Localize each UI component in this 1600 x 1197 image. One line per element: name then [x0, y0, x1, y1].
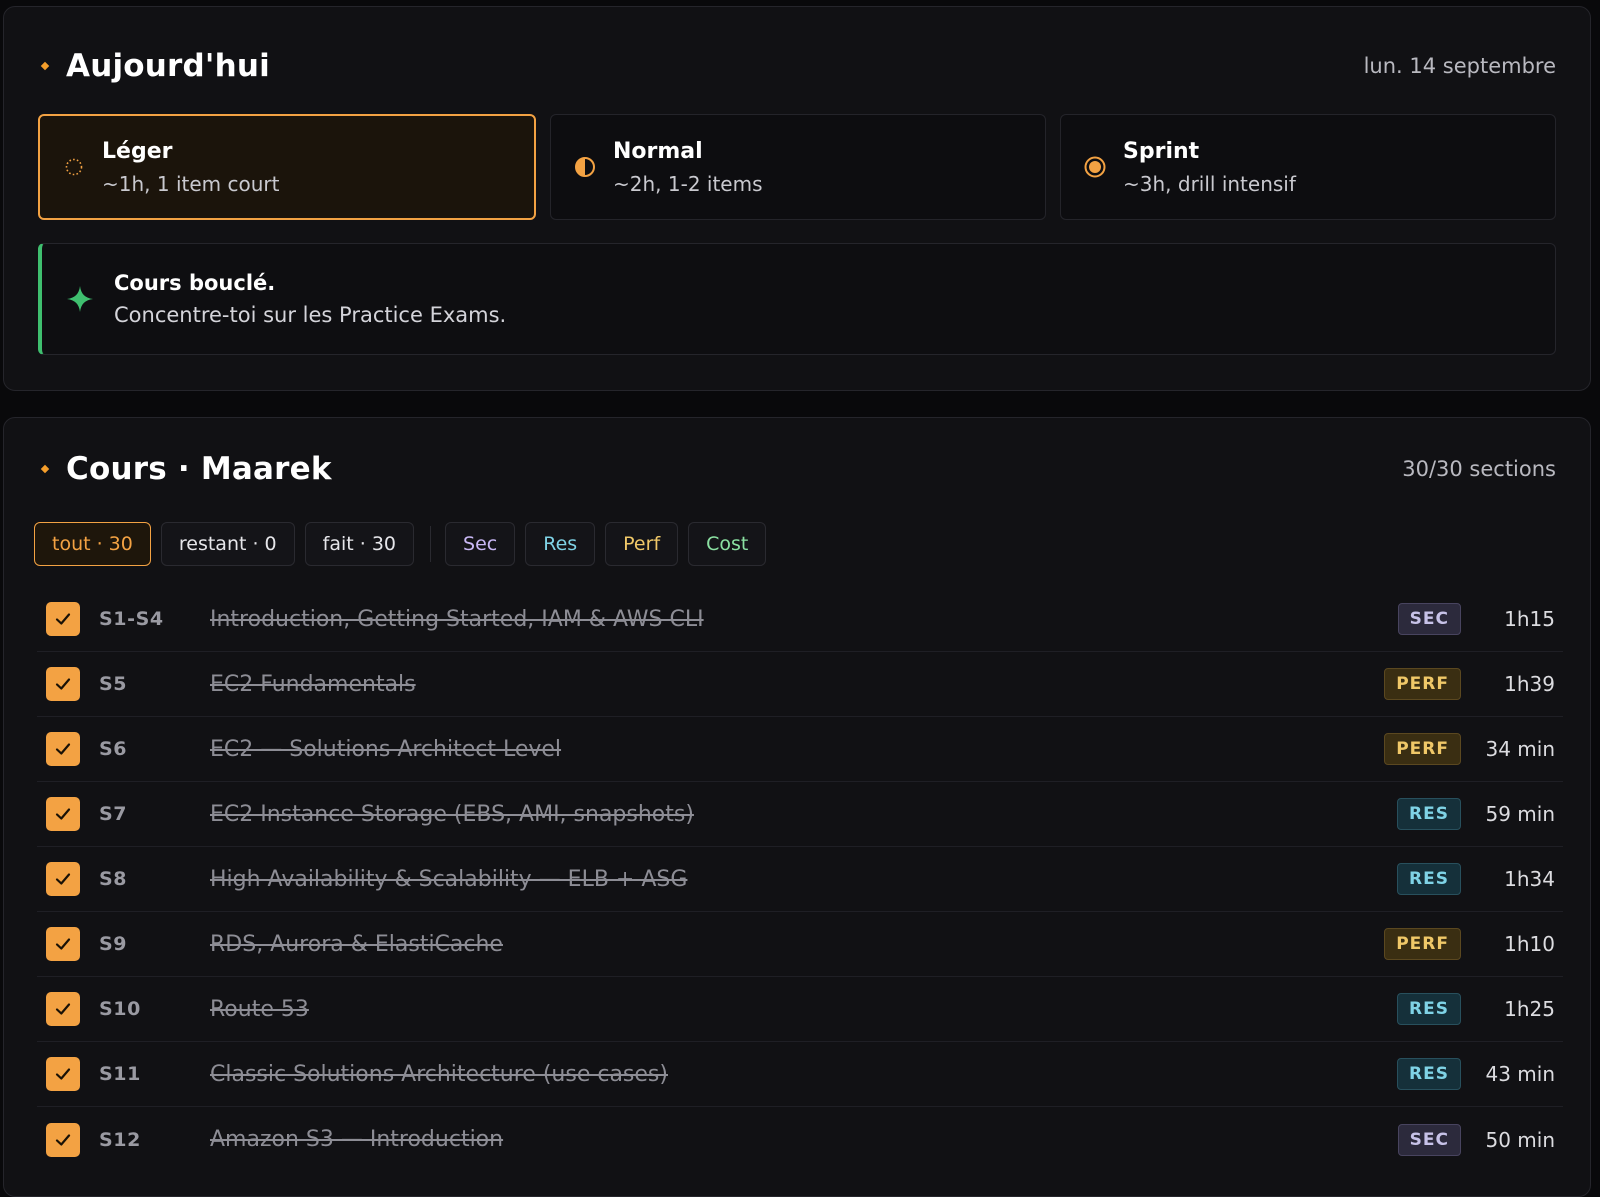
filter-done[interactable]: fait · 30 [304, 522, 415, 566]
checkmark-icon [55, 678, 71, 690]
section-id: S1-S4 [99, 608, 164, 630]
section-title: EC2 — Solutions Architect Level [210, 736, 562, 762]
completed-checkbox[interactable] [46, 927, 80, 961]
section-title: High Availability & Scalability — ELB + … [210, 866, 688, 892]
completed-checkbox[interactable] [46, 1057, 80, 1091]
mode-desc: ~2h, 1-2 items [613, 171, 763, 196]
list-item: S12 Amazon S3 — Introduction SEC 50 min [37, 1107, 1563, 1172]
mode-sprint[interactable]: Sprint ~3h, drill intensif [1060, 114, 1556, 220]
section-id: S6 [99, 738, 128, 760]
checkmark-icon [55, 1003, 71, 1015]
category-badge: SEC [1397, 1123, 1461, 1156]
today-panel: Aujourd'hui lun. 14 septembre Léger ~1h,… [3, 6, 1591, 391]
section-id: S7 [99, 803, 128, 825]
filter-perf[interactable]: Perf [605, 522, 679, 566]
course-progress: 30/30 sections [1402, 457, 1556, 481]
callout-title: Cours bouclé. [114, 271, 276, 295]
sparkle-icon [67, 286, 93, 312]
checkmark-icon [55, 1133, 71, 1146]
checkmark-icon [55, 808, 71, 820]
section-id: S5 [99, 673, 128, 695]
section-title: Amazon S3 — Introduction [210, 1127, 504, 1152]
course-header: Cours · Maarek 30/30 sections [38, 444, 1556, 494]
mode-name: Léger [102, 138, 173, 164]
filter-all[interactable]: tout · 30 [34, 522, 151, 566]
list-item: S5 EC2 Fundamentals PERF 1h39 [37, 652, 1563, 717]
list-item: S1-S4 Introduction, Getting Started, IAM… [37, 587, 1563, 652]
today-header: Aujourd'hui lun. 14 septembre [38, 41, 1556, 91]
list-item: S11 Classic Solutions Architecture (use … [37, 1042, 1563, 1107]
completed-checkbox[interactable] [46, 797, 80, 831]
diamond-bullet-icon [40, 464, 50, 474]
filled-circle-icon [1084, 156, 1106, 178]
mode-desc: ~3h, drill intensif [1123, 171, 1296, 196]
checkmark-icon [55, 1068, 71, 1080]
section-duration: 50 min [1485, 1127, 1555, 1152]
completed-checkbox[interactable] [46, 1122, 80, 1157]
section-id: S10 [99, 998, 141, 1020]
section-duration: 1h15 [1504, 607, 1555, 631]
section-duration: 34 min [1485, 737, 1555, 761]
section-duration: 1h34 [1504, 867, 1555, 891]
section-id: S12 [99, 1128, 141, 1151]
completed-checkbox[interactable] [46, 732, 80, 766]
mode-name: Normal [613, 138, 703, 164]
list-item: S7 EC2 Instance Storage (EBS, AMI, snaps… [37, 782, 1563, 847]
section-id: S8 [99, 868, 128, 890]
callout-text: Concentre-toi sur les Practice Exams. [114, 303, 507, 327]
course-title: Cours · Maarek [66, 451, 332, 487]
mode-name: Sprint [1123, 138, 1200, 164]
section-title: Classic Solutions Architecture (use case… [210, 1061, 668, 1087]
section-title: EC2 Instance Storage (EBS, AMI, snapshot… [210, 801, 694, 827]
section-title: EC2 Fundamentals [210, 671, 416, 697]
section-duration: 59 min [1485, 802, 1555, 826]
section-id: S9 [99, 933, 128, 955]
category-badge: RES [1397, 798, 1461, 830]
checkmark-icon [55, 938, 71, 950]
category-badge: PERF [1384, 928, 1461, 960]
filter-cost[interactable]: Cost [688, 522, 767, 566]
completed-checkbox[interactable] [46, 862, 80, 896]
today-title: Aujourd'hui [66, 48, 270, 84]
completed-checkbox[interactable] [46, 992, 80, 1026]
dotted-circle-icon [65, 158, 83, 176]
list-item: S9 RDS, Aurora & ElastiCache PERF 1h10 [37, 912, 1563, 977]
checkmark-icon [55, 873, 71, 885]
mode-normal[interactable]: Normal ~2h, 1-2 items [550, 114, 1046, 220]
section-id: S11 [99, 1063, 141, 1085]
half-circle-icon [575, 157, 595, 177]
section-title: RDS, Aurora & ElastiCache [210, 931, 503, 957]
category-badge: RES [1397, 863, 1461, 895]
filter-res[interactable]: Res [525, 522, 596, 566]
list-item: S8 High Availability & Scalability — ELB… [37, 847, 1563, 912]
filter-bar: tout · 30 restant · 0 fait · 30 Sec Res … [34, 521, 776, 567]
category-badge: RES [1397, 1058, 1461, 1090]
list-item: S6 EC2 — Solutions Architect Level PERF … [37, 717, 1563, 782]
section-title: Route 53 [210, 996, 309, 1022]
checkmark-icon [55, 743, 71, 755]
today-date: lun. 14 septembre [1363, 54, 1556, 78]
category-badge: PERF [1384, 668, 1461, 700]
section-duration: 1h25 [1504, 997, 1555, 1021]
category-badge: RES [1397, 993, 1461, 1025]
completed-checkbox[interactable] [46, 667, 80, 701]
mode-desc: ~1h, 1 item court [102, 171, 280, 196]
filter-remaining[interactable]: restant · 0 [160, 522, 295, 566]
section-list: S1-S4 Introduction, Getting Started, IAM… [37, 587, 1563, 1172]
completed-checkbox[interactable] [46, 602, 80, 636]
section-duration: 1h10 [1504, 932, 1555, 956]
section-title: Introduction, Getting Started, IAM & AWS… [210, 606, 704, 632]
mode-leger[interactable]: Léger ~1h, 1 item court [38, 114, 536, 220]
diamond-bullet-icon [40, 61, 50, 71]
category-badge: SEC [1397, 603, 1461, 635]
list-item: S10 Route 53 RES 1h25 [37, 977, 1563, 1042]
category-badge: PERF [1384, 733, 1461, 765]
filter-sec[interactable]: Sec [445, 522, 516, 566]
mode-selector: Léger ~1h, 1 item court Normal ~2h, 1-2 … [38, 114, 1556, 220]
section-duration: 43 min [1485, 1062, 1555, 1086]
filter-divider [430, 526, 432, 562]
course-done-callout: Cours bouclé. Concentre-toi sur les Prac… [38, 243, 1556, 355]
checkmark-icon [55, 613, 71, 625]
section-duration: 1h39 [1504, 672, 1555, 696]
